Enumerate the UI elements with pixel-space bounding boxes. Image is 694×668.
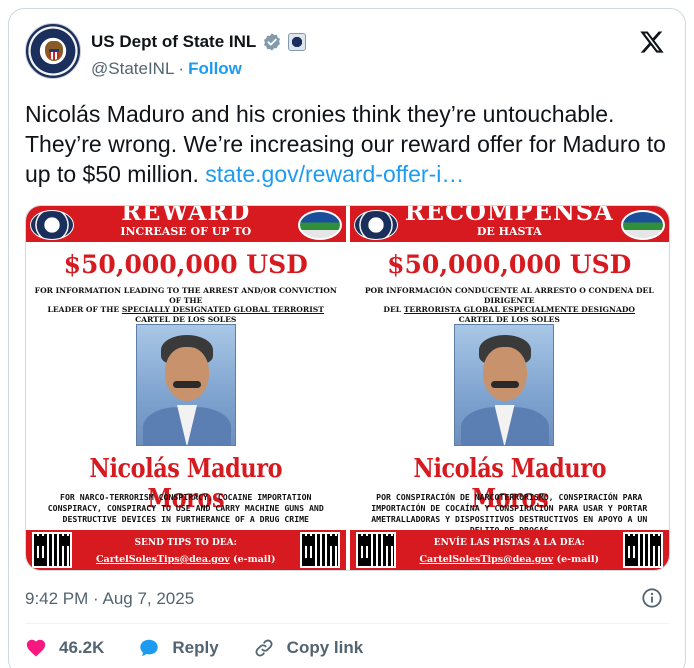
follow-button[interactable]: Follow [188,59,242,79]
tweet-text: Nicolás Maduro and his cronies think the… [25,99,675,189]
state-dept-seal-icon [30,210,74,240]
tips-email: CartelSolesTips@dea.gov [96,554,230,565]
reward-info-line: CARTEL DE LOS SOLES [458,314,560,324]
handle-row: @StateINL · Follow [91,59,242,79]
poster-footer-band: SEND TIPS TO DEA: CartelSolesTips@dea.go… [26,530,346,570]
reward-amount: $50,000,000 USD [63,250,308,279]
like-count: 46.2K [59,638,105,657]
dea-seal-icon [621,210,665,240]
reward-info-line: CARTEL DE LOS SOLES [135,314,237,324]
qr-code-icon [623,532,663,568]
designation-text: TERRORISTA GLOBAL ESPECIALMENTE DESIGNAD… [403,305,636,315]
tips-suffix: (e-mail) [553,554,599,565]
dea-seal-icon [297,210,342,240]
charges-text: FOR NARCO-TERRORISM CONSPIRACY, COCAINE … [47,492,324,524]
tweet-media[interactable]: REWARD INCREASE OF UP TO $50,000,000 USD… [25,205,670,571]
reward-info-line: POR INFORMACIÓN CONDUCENTE AL ARRESTO O … [364,286,654,305]
reward-info-prefix: LEADER OF THE [47,305,122,315]
reply-button[interactable]: Reply [138,637,219,659]
speech-bubble-icon [140,639,159,657]
reward-amount: $50,000,000 USD [387,250,632,279]
reward-info-prefix: DEL [383,305,404,315]
tips-title: ENVÍE LAS PISTAS A LA DEA: [433,538,585,548]
suspect-photo [136,324,236,446]
tips-email-line: CartelSolesTips@dea.gov (e-mail) [350,554,670,565]
account-name-row: US Dept of State INL [91,31,307,53]
reward-info-line: LEADER OF THE SPECIALLY DESIGNATED GLOBA… [34,305,338,315]
separator-dot: · [178,59,185,78]
reward-info: FOR INFORMATION LEADING TO THE ARREST AN… [34,286,338,324]
qr-code-icon [299,532,340,568]
tips-suffix: (e-mail) [229,554,276,565]
tips-email-line: CartelSolesTips@dea.gov (e-mail) [26,554,346,565]
reward-info-line: FOR INFORMATION LEADING TO THE ARREST AN… [34,286,337,305]
tweet-timestamp[interactable]: 9:42 PM · Aug 7, 2025 [25,589,194,609]
display-name[interactable]: US Dept of State INL [91,32,256,52]
x-logo-icon[interactable] [639,29,665,55]
copy-link-button[interactable]: Copy link [253,637,364,659]
reply-label: Reply [172,638,219,657]
like-button[interactable]: 46.2K [25,637,104,659]
tips-email: CartelSolesTips@dea.gov [419,554,554,565]
poster-english[interactable]: REWARD INCREASE OF UP TO $50,000,000 USD… [26,206,346,570]
tweet-actions: 46.2K Reply Copy link [25,637,397,659]
poster-spanish[interactable]: RECOMPENSA DE HASTA $50,000,000 USD POR … [349,206,670,570]
tweet-link[interactable]: state.gov/reward-offer-i… [205,161,464,187]
info-icon[interactable] [641,587,663,609]
tweet-card: US Dept of State INL @StateINL · Follow … [8,8,686,668]
link-icon [255,639,273,657]
reward-info: POR INFORMACIÓN CONDUCENTE AL ARRESTO O … [358,286,662,324]
footer-divider [25,623,669,624]
state-dept-seal-icon [353,210,398,240]
qr-code-icon [355,532,396,568]
qr-code-icon [32,532,72,568]
poster-footer-band: ENVÍE LAS PISTAS A LA DEA: CartelSolesTi… [349,530,670,570]
gov-verified-badge-icon[interactable] [262,32,282,52]
shield-icon [49,49,59,60]
suspect-photo [453,324,554,446]
copy-link-label: Copy link [286,638,364,657]
poster-header-band: REWARD INCREASE OF UP TO [26,206,346,242]
designation-text: SPECIALLY DESIGNATED GLOBAL TERRORIST [121,305,324,315]
affiliation-badge-icon[interactable] [288,33,307,51]
poster-header-band: RECOMPENSA DE HASTA [349,206,669,242]
heart-icon [26,639,46,657]
account-avatar[interactable] [25,23,81,79]
tips-title: SEND TIPS TO DEA: [134,538,237,548]
reward-info-line: DEL TERRORISTA GLOBAL ESPECIALMENTE DESI… [358,305,662,315]
account-handle[interactable]: @StateINL [91,59,174,79]
